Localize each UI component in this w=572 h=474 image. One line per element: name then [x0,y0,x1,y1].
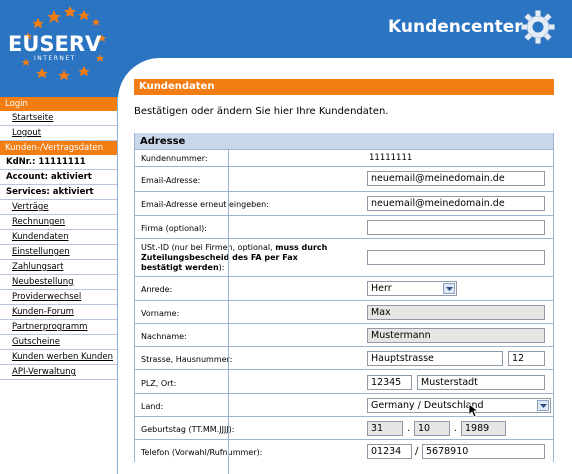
sidebar-link-kunden-forum[interactable]: Kunden-Forum [0,305,118,320]
row-ust: USt.-ID (nur bei Firmen, optional, muss … [135,239,553,277]
euserv-logo[interactable]: EUSERV INTERNET [4,4,116,80]
value-kundennummer: 11111111 [369,153,413,163]
label-strasse: Strasse, Hausnummer: [141,355,233,364]
country-value: Germany / Deutschland [371,400,484,411]
label-email: Email-Adresse: [141,176,201,185]
sidebar-link-einstellungen[interactable]: Einstellungen [0,245,118,260]
services-status: Services: aktiviert [0,185,118,200]
label-email2: Email-Adresse erneut eingeben: [141,200,269,209]
brand-title: Kundencenter [388,17,523,37]
sidebar-link-vertraege[interactable]: Verträge [0,200,118,215]
row-geburtstag: Geburtstag (TT.MM.JJJJ): 31 . 10 . 1989 [135,417,553,440]
logo-text: EUSERV [8,32,102,56]
salutation-select[interactable]: Herr [367,281,457,296]
sidebar-link-api-verwaltung[interactable]: API-Verwaltung [0,365,118,380]
email-confirm-field[interactable]: neuemail@meinedomain.de [367,196,545,211]
phone-number-field[interactable]: 5678910 [422,444,545,459]
page-title: Kundendaten [134,79,554,95]
label-kundennummer: Kundennummer: [141,154,208,163]
row-nachname: Nachname: Mustermann [135,324,553,347]
label-plz: PLZ, Ort: [141,379,177,388]
sidebar-link-partnerprogramm[interactable]: Partnerprogramm [0,320,118,335]
sidebar-login-header: Login [0,97,118,111]
sidebar-link-kundendaten[interactable]: Kundendaten [0,230,118,245]
phone-area-field[interactable]: 01234 [367,444,412,459]
zip-field[interactable]: 12345 [367,375,412,390]
row-plz: PLZ, Ort: 12345 Musterstadt [135,370,553,394]
row-telefon: Telefon (Vorwahl/Rufnummer): 01234 / 567… [135,440,553,462]
label-vorname: Vorname: [141,309,180,318]
customer-number: KdNr.: 11111111 [0,155,118,170]
row-email: Email-Adresse: neuemail@meinedomain.de [135,167,553,192]
street-field[interactable]: Hauptstrasse [367,351,503,366]
sidebar-link-neubestellung[interactable]: Neubestellung [0,275,118,290]
label-anrede: Anrede: [141,285,173,294]
sidebar-link-gutscheine[interactable]: Gutscheine [0,335,118,350]
row-anrede: Anrede: Herr [135,277,553,301]
logo-subtext: INTERNET [34,55,76,62]
address-section: Adresse Kundennummer: 11111111 Email-Adr… [134,133,554,462]
label-geburtstag: Geburtstag (TT.MM.JJJJ): [141,425,235,434]
main-content: Kundendaten Bestätigen oder ändern Sie h… [134,79,554,117]
sidebar-link-zahlungsart[interactable]: Zahlungsart [0,260,118,275]
row-kundennummer: Kundennummer: 11111111 [135,150,553,167]
first-name-field[interactable]: Max [367,305,545,320]
chevron-down-icon[interactable] [537,400,549,411]
salutation-value: Herr [371,283,392,294]
label-nachname: Nachname: [141,332,187,341]
row-land: Land: Germany / Deutschland [135,394,553,418]
last-name-field[interactable]: Mustermann [367,328,545,343]
chevron-down-icon[interactable] [443,283,455,294]
sidebar-link-logout[interactable]: Logout [0,126,118,141]
row-email2: Email-Adresse erneut eingeben: neuemail@… [135,192,553,216]
intro-text: Bestätigen oder ändern Sie hier Ihre Kun… [134,106,389,117]
row-vorname: Vorname: Max [135,301,553,324]
label-ust: USt.-ID (nur bei Firmen, optional, muss … [141,243,328,272]
sidebar-link-startseite[interactable]: Startseite [0,111,118,126]
sidebar-link-kunden-werben-kunden[interactable]: Kunden werben Kunden [0,350,118,365]
account-status: Account: aktiviert [0,170,118,185]
section-title: Adresse [135,133,553,150]
row-strasse: Strasse, Hausnummer: Hauptstrasse 12 [135,347,553,370]
vat-id-field[interactable] [367,250,545,265]
sidebar-contract-header: Kunden-/Vertragsdaten [0,141,118,155]
mouse-cursor-icon [468,403,479,418]
label-firma: Firma (optional): [141,224,207,233]
gear-icon [521,10,555,44]
company-field[interactable] [367,220,545,235]
label-telefon: Telefon (Vorwahl/Rufnummer): [141,448,263,457]
city-field[interactable]: Musterstadt [417,375,545,390]
country-select[interactable]: Germany / Deutschland [367,398,551,413]
row-firma: Firma (optional): [135,216,553,239]
house-number-field[interactable]: 12 [508,351,545,366]
birth-month-field[interactable]: 10 [414,421,450,436]
label-land: Land: [141,402,164,411]
email-field[interactable]: neuemail@meinedomain.de [367,171,545,186]
birth-year-field[interactable]: 1989 [461,421,506,436]
sidebar-link-rechnungen[interactable]: Rechnungen [0,215,118,230]
sidebar-link-providerwechsel[interactable]: Providerwechsel [0,290,118,305]
birth-day-field[interactable]: 31 [367,421,403,436]
sidebar: Login Startseite Logout Kunden-/Vertrags… [0,97,118,474]
